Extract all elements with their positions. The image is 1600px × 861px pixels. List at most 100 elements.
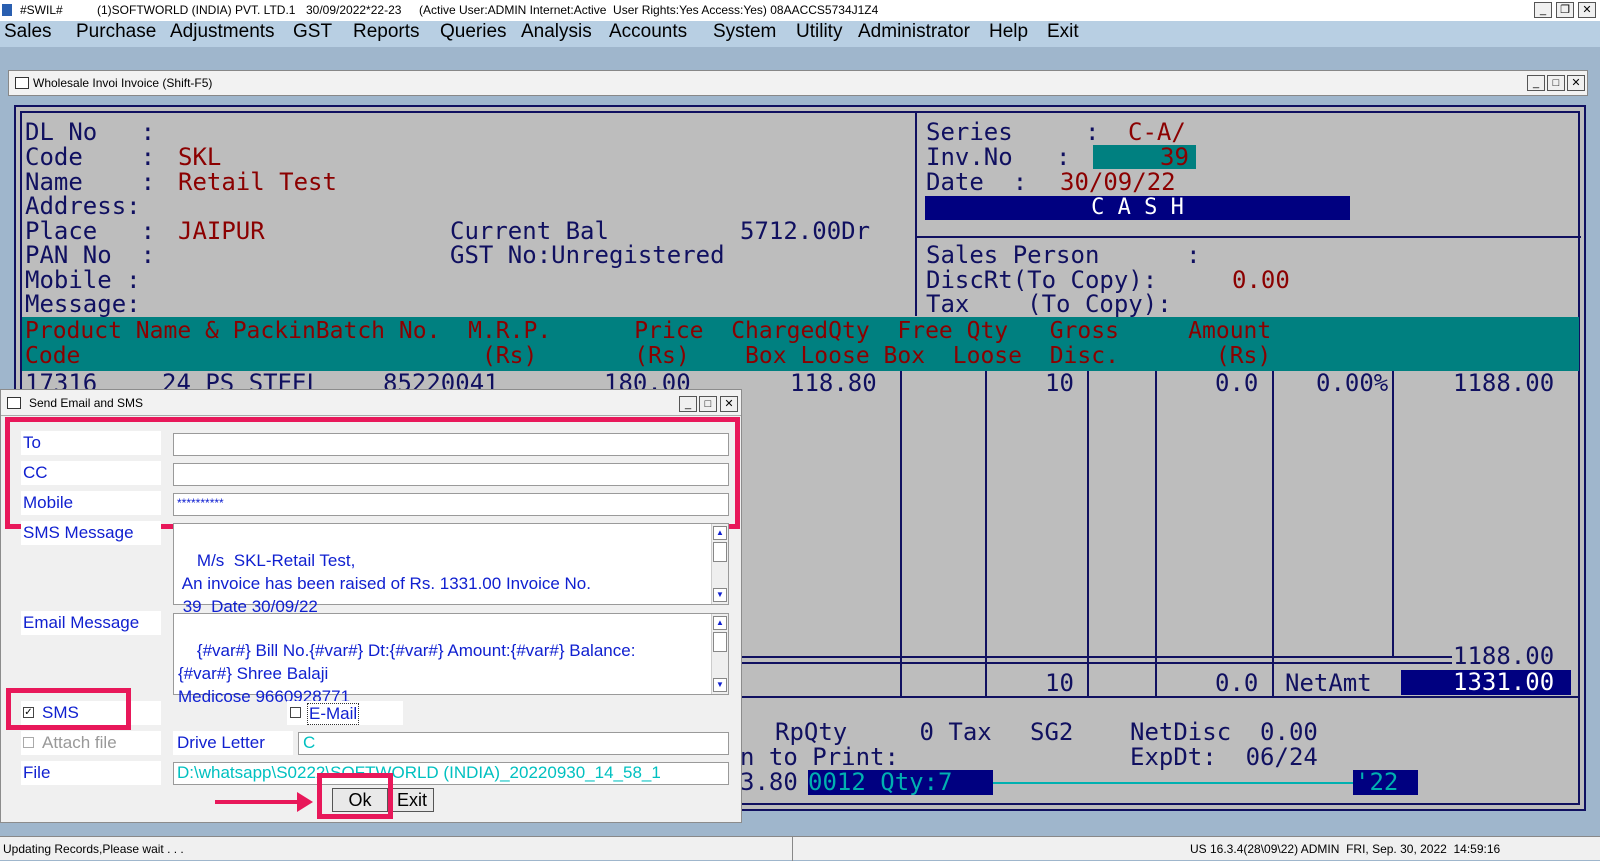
row-price[interactable]: 118.80 (790, 371, 877, 396)
file-path-input[interactable]: D:\whatsapp\S0222\SOFTWORLD (INDIA)_2022… (173, 762, 729, 785)
email-message-textarea[interactable]: {#var#} Bill No.{#var#} Dt:{#var#} Amoun… (173, 613, 729, 706)
menu-help[interactable]: Help (989, 21, 1028, 43)
grid-header-row1: Product Name & PackinBatch No. M.R.P. Pr… (25, 318, 1272, 344)
invoice-window-titlebar: Wholesale Invoi Invoice (Shift-F5) _ □ ✕ (8, 70, 1588, 96)
col-line (900, 371, 902, 696)
attach-file-label: Attach file (42, 733, 117, 752)
attach-checkbox[interactable] (23, 737, 34, 748)
netamt-value: 1331.00 (1453, 668, 1555, 696)
menu-gst[interactable]: GST (293, 21, 332, 43)
menu-administrator[interactable]: Administrator (858, 21, 970, 43)
col-line (1392, 371, 1394, 656)
menu-purchase[interactable]: Purchase (76, 21, 156, 43)
email-message-label: Email Message (23, 613, 140, 632)
tax-code: SG2 (1030, 718, 1074, 746)
date-label: Date : (926, 168, 1028, 196)
close-icon[interactable]: ✕ (1578, 2, 1596, 18)
restore-icon[interactable]: ❐ (1556, 2, 1574, 18)
minimize-icon[interactable]: _ (1527, 75, 1545, 91)
drive-letter-input[interactable]: C (298, 732, 729, 755)
dialog-menu-icon[interactable] (7, 397, 21, 409)
status-message: Updating Records,Please wait . . . (3, 842, 184, 856)
recipient-highlight (5, 417, 740, 529)
exit-button[interactable]: Exit (390, 788, 434, 812)
session-status: (Active User:ADMIN Internet:Active User … (419, 3, 879, 17)
year-info: '22 (1355, 768, 1399, 796)
dialog-title: Send Email and SMS (29, 396, 144, 410)
row-free-loose[interactable]: 0.0 (1215, 371, 1258, 396)
pan-label: PAN No : (25, 241, 156, 269)
sms-highlight (6, 688, 131, 730)
sales-person-label: Sales Person : (926, 241, 1201, 269)
scroll-up-icon[interactable]: ▲ (713, 526, 727, 540)
series-value: C-A/ (1128, 118, 1186, 146)
total-qty: 10 (1045, 669, 1074, 697)
menu-reports[interactable]: Reports (353, 21, 420, 43)
total-free: 0.0 (1215, 669, 1259, 697)
payment-mode: C A S H (925, 196, 1350, 220)
close-icon[interactable]: ✕ (1567, 75, 1585, 91)
minimize-icon[interactable]: _ (1534, 2, 1552, 18)
sms-message-textarea[interactable]: M/s SKL-Retail Test, An invoice has been… (173, 523, 729, 616)
window-menu-icon[interactable] (15, 77, 29, 89)
invno-value: 39 (1160, 143, 1189, 171)
menu-exit[interactable]: Exit (1047, 21, 1079, 43)
scroll-thumb[interactable] (713, 542, 727, 562)
discrt-value: 0.00 (1232, 266, 1290, 294)
menu-analysis[interactable]: Analysis (521, 21, 592, 43)
party-code: SKL (178, 143, 222, 171)
stock-info: 0012 Qty:7 (808, 768, 953, 796)
arrow-shaft (215, 800, 301, 804)
rpqty-tax: RpQty 0 Tax (775, 718, 992, 746)
netamt-label: NetAmt (1285, 669, 1372, 697)
maximize-icon[interactable]: □ (699, 396, 717, 412)
message-label: Message: (25, 290, 141, 318)
party-place: JAIPUR (178, 217, 265, 245)
scroll-thumb[interactable] (713, 632, 727, 652)
email-scrollbar[interactable]: ▲ ▼ (711, 614, 728, 694)
row-qty-loose[interactable]: 10 (1045, 371, 1074, 396)
minimize-icon[interactable]: _ (679, 396, 697, 412)
scroll-down-icon[interactable]: ▼ (713, 588, 727, 602)
menu-adjustments[interactable]: Adjustments (170, 21, 275, 43)
menu-sales[interactable]: Sales (4, 21, 52, 43)
address-label: Address: (25, 192, 141, 220)
app-titlebar: #SWIL# (1)SOFTWORLD (INDIA) PVT. LTD.1 3… (0, 0, 1600, 21)
arrow-head-icon (297, 792, 313, 812)
drive-letter-label: Drive Letter (177, 733, 265, 752)
company-name: (1)SOFTWORLD (INDIA) PVT. LTD.1 (97, 3, 296, 17)
sms-message-label: SMS Message (23, 523, 134, 542)
invoice-window-title: Wholesale Invoi Invoice (Shift-F5) (33, 76, 213, 90)
code-label: Code : (25, 143, 156, 171)
menu-queries[interactable]: Queries (440, 21, 507, 43)
ok-highlight (317, 773, 393, 819)
menu-system[interactable]: System (713, 21, 776, 43)
to-print: n to Print: (740, 743, 899, 771)
header-divider (915, 111, 917, 316)
email-check-label: E-Mail (307, 703, 360, 725)
maximize-icon[interactable]: □ (1547, 75, 1565, 91)
row-amount[interactable]: 1188.00 (1453, 371, 1554, 396)
series-label: Series : (926, 118, 1100, 146)
file-label: File (23, 763, 51, 782)
scroll-up-icon[interactable]: ▲ (713, 616, 727, 630)
financial-year: 30/09/2022*22-23 (306, 3, 402, 17)
current-balance-value: 5712.00Dr (740, 217, 871, 245)
status-divider (792, 837, 793, 861)
invno-label: Inv.No : (926, 143, 1071, 171)
grid-header-row2: Code (Rs) (Rs) Box Loose Box Loose Disc.… (25, 343, 1272, 369)
total-amount: 1188.00 (1453, 642, 1555, 670)
sms-scrollbar[interactable]: ▲ ▼ (711, 524, 728, 604)
col-line (1087, 371, 1089, 696)
row-disc[interactable]: 0.00% (1316, 371, 1388, 396)
menu-utility[interactable]: Utility (796, 21, 842, 43)
invoice-date: 30/09/22 (1060, 168, 1176, 196)
close-icon[interactable]: ✕ (720, 396, 738, 412)
stock-info-line (993, 782, 1353, 784)
menu-accounts[interactable]: Accounts (609, 21, 687, 43)
party-name: Retail Test (178, 168, 337, 196)
tax-label: Tax (To Copy): (926, 290, 1172, 318)
gst-number: GST No:Unregistered (450, 241, 725, 269)
email-checkbox[interactable] (290, 707, 301, 718)
scroll-down-icon[interactable]: ▼ (713, 678, 727, 692)
